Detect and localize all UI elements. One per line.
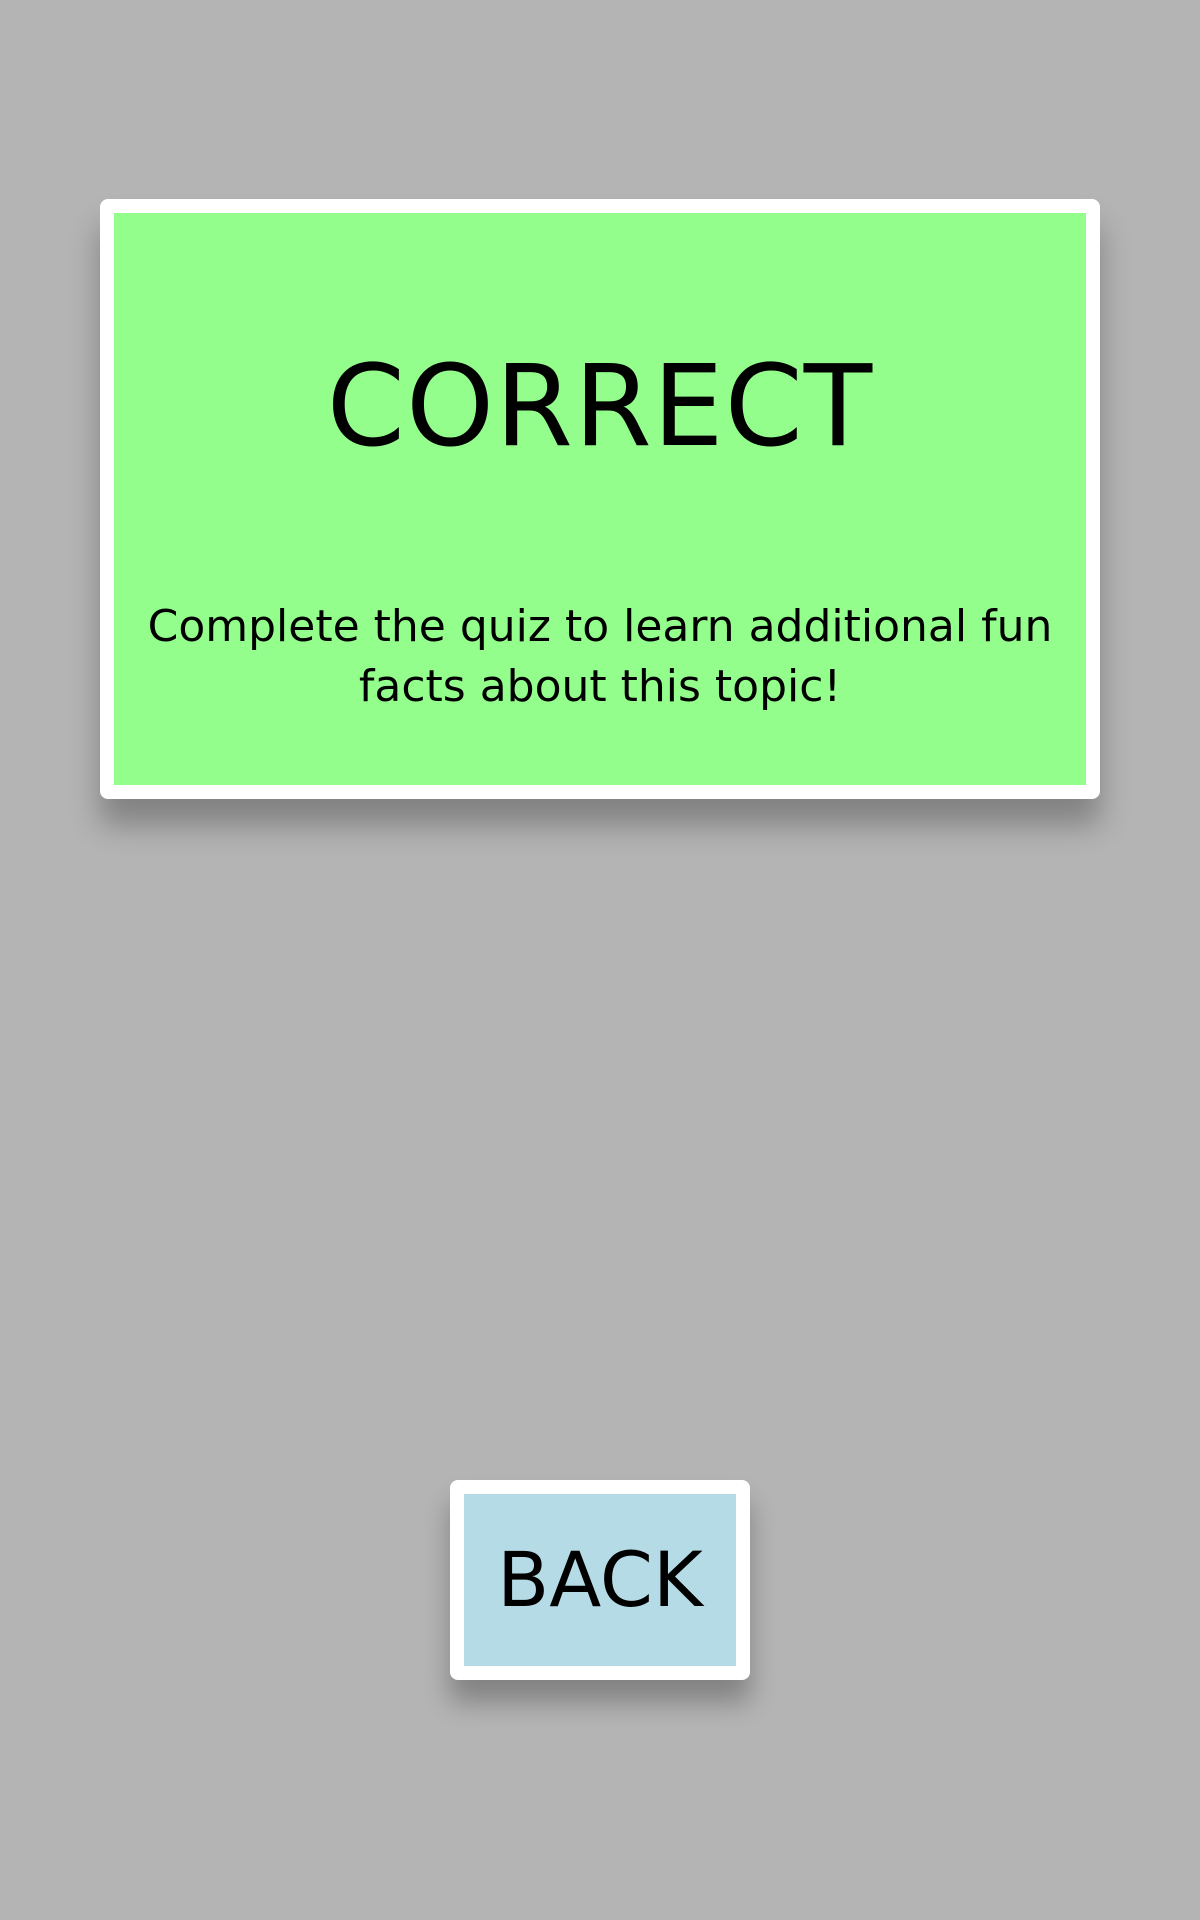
result-title: CORRECT xyxy=(326,342,874,472)
quiz-result-screen: CORRECT Complete the quiz to learn addit… xyxy=(0,0,1200,1920)
result-message: Complete the quiz to learn additional fu… xyxy=(147,601,1053,712)
back-button-label: BACK xyxy=(497,1535,703,1624)
result-card: CORRECT Complete the quiz to learn addit… xyxy=(100,199,1100,799)
back-button[interactable]: BACK xyxy=(450,1480,750,1680)
